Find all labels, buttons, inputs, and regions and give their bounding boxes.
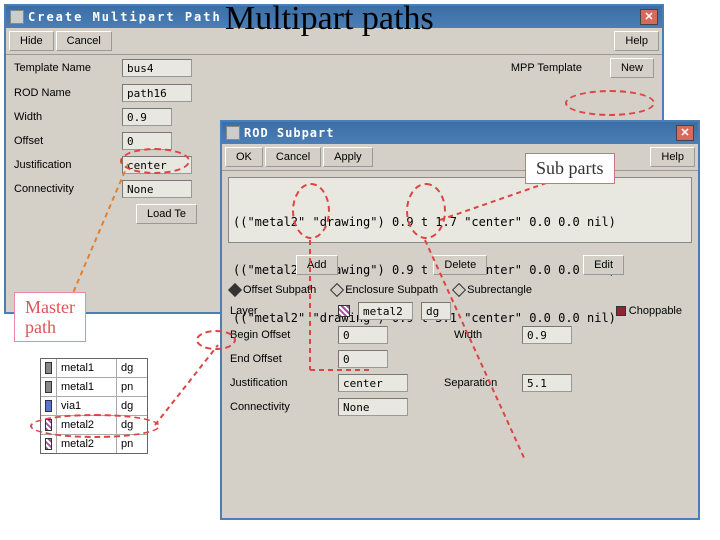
layer-table: metal1 dg metal1 pn via1 dg metal2 dg me… (40, 358, 148, 454)
layer-purpose-input[interactable] (421, 302, 451, 320)
layer-label: Layer (230, 305, 330, 317)
close-icon[interactable]: ✕ (640, 9, 658, 25)
apply-button[interactable]: Apply (323, 147, 373, 167)
rod-subpart-window: ROD Subpart ✕ OK Cancel Apply Help (("me… (220, 120, 700, 520)
separation-label: Separation (444, 377, 514, 389)
rod-name-label: ROD Name (14, 87, 114, 99)
titlebar[interactable]: ROD Subpart ✕ (222, 122, 698, 144)
cancel-button[interactable]: Cancel (265, 147, 321, 167)
offset-subpath-radio[interactable]: Offset Subpath (230, 284, 316, 296)
separation-input[interactable] (522, 374, 572, 392)
mpp-template-label: MPP Template (511, 62, 582, 74)
layer-swatch (45, 419, 52, 431)
help-button[interactable]: Help (614, 31, 659, 51)
connectivity-input[interactable] (122, 180, 192, 198)
offset-input[interactable] (122, 132, 172, 150)
annotation-title: Multipart paths (225, 0, 434, 38)
subpart-list[interactable]: (("metal2" "drawing") 0.9 t 1.7 "center"… (228, 177, 692, 243)
window-title: ROD Subpart (244, 126, 334, 140)
layer-swatch (45, 438, 52, 450)
subpart-width-input[interactable] (522, 326, 572, 344)
table-row[interactable]: metal1 dg (41, 359, 147, 378)
edit-button[interactable]: Edit (583, 255, 624, 275)
template-name-input[interactable] (122, 59, 192, 77)
layer-swatch (45, 362, 52, 374)
rod-name-input[interactable] (122, 84, 192, 102)
table-row[interactable]: metal2 pn (41, 435, 147, 453)
template-name-label: Template Name (14, 62, 114, 74)
end-offset-label: End Offset (230, 353, 330, 365)
table-row[interactable]: via1 dg (41, 397, 147, 416)
subpart-connectivity-label: Connectivity (230, 401, 330, 413)
annotation-subparts: Sub parts (525, 153, 615, 184)
begin-offset-label: Begin Offset (230, 329, 330, 341)
enclosure-subpath-radio[interactable]: Enclosure Subpath (332, 284, 438, 296)
annotation-masterpath: Masterpath (14, 292, 86, 342)
cancel-button[interactable]: Cancel (56, 31, 112, 51)
subpart-connectivity-input[interactable] (338, 398, 408, 416)
layer-swatch (338, 305, 350, 317)
subrectangle-radio[interactable]: Subrectangle (454, 284, 532, 296)
width-input[interactable] (122, 108, 172, 126)
help-button[interactable]: Help (650, 147, 695, 167)
window-title: Create Multipart Path (28, 10, 222, 24)
layer-swatch (45, 400, 52, 412)
table-row[interactable]: metal2 dg (41, 416, 147, 435)
table-row[interactable]: metal1 pn (41, 378, 147, 397)
app-icon (226, 126, 240, 140)
close-icon[interactable]: ✕ (676, 125, 694, 141)
new-button[interactable]: New (610, 58, 654, 78)
delete-button[interactable]: Delete (433, 255, 487, 275)
list-item[interactable]: (("metal2" "drawing") 0.9 t 1.7 "center"… (233, 214, 687, 230)
hide-button[interactable]: Hide (9, 31, 54, 51)
load-template-button[interactable]: Load Te (136, 204, 197, 224)
justification-label: Justification (14, 159, 114, 171)
connectivity-label: Connectivity (14, 183, 114, 195)
justification-input[interactable] (122, 156, 192, 174)
choppable-toggle[interactable]: Choppable (616, 305, 682, 317)
layer-input[interactable] (358, 302, 413, 320)
toolbar: OK Cancel Apply Help (222, 144, 698, 171)
ok-button[interactable]: OK (225, 147, 263, 167)
width-label: Width (14, 111, 114, 123)
begin-offset-input[interactable] (338, 326, 388, 344)
subpart-justification-input[interactable] (338, 374, 408, 392)
offset-label: Offset (14, 135, 114, 147)
app-icon (10, 10, 24, 24)
width-label: Width (454, 329, 514, 341)
subpart-justification-label: Justification (230, 377, 330, 389)
layer-swatch (45, 381, 52, 393)
add-button[interactable]: Add (296, 255, 338, 275)
end-offset-input[interactable] (338, 350, 388, 368)
